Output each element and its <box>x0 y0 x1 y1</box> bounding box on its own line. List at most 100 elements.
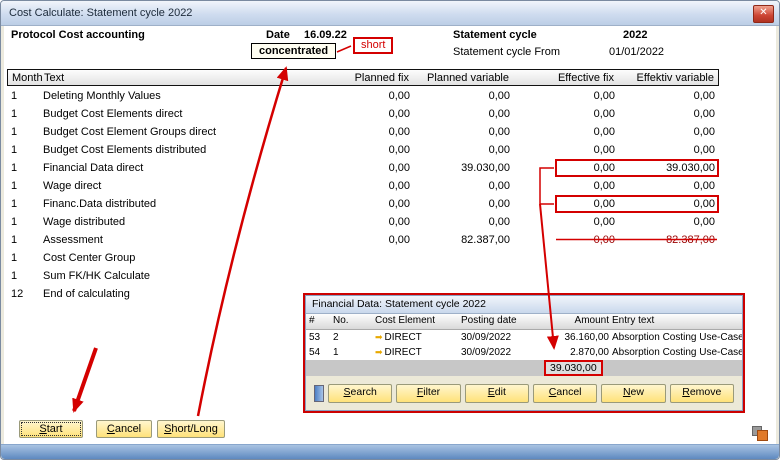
cell-month: 1 <box>7 231 41 249</box>
statement-cycle-value: 2022 <box>623 29 647 41</box>
popup-col-cost-element: Cost Element <box>372 314 458 329</box>
cell-month: 1 <box>7 213 41 231</box>
popup-cell-entry-text: Absorption Costing Use-Case <box>612 330 742 345</box>
mode-field: concentrated <box>251 43 336 59</box>
table-row[interactable]: 1 Wage distributed 0,00 0,00 0,00 0,00 <box>7 213 719 231</box>
date-label: Date <box>266 29 290 41</box>
search-button[interactable]: Search <box>328 384 392 403</box>
cell-effektiv-variable: 0,00 <box>619 141 719 159</box>
cell-month: 1 <box>7 177 41 195</box>
cell-planned-variable: 0,00 <box>414 141 514 159</box>
new-button-label: New <box>602 385 664 400</box>
cell-month: 1 <box>7 87 41 105</box>
table-row[interactable]: 1 Financ.Data distributed 0,00 0,00 0,00… <box>7 195 719 213</box>
cell-planned-fix: 0,00 <box>329 195 414 213</box>
cell-planned-fix <box>329 267 414 285</box>
popup-cell-cost-element: ➡DIRECT <box>372 330 458 345</box>
cell-month: 1 <box>7 249 41 267</box>
popup-col-entry-text: Entry text <box>612 314 742 329</box>
popup-corner-button[interactable] <box>314 385 324 402</box>
cell-text: Budget Cost Elements distributed <box>41 141 329 159</box>
popup-cell-id: 53 <box>306 330 330 345</box>
cell-effective-fix <box>514 267 619 285</box>
new-button[interactable]: New <box>601 384 665 403</box>
short-long-button[interactable]: Short/Long <box>157 420 225 438</box>
cell-planned-variable: 0,00 <box>414 213 514 231</box>
cell-planned-fix: 0,00 <box>329 123 414 141</box>
popup-cell-posting-date: 30/09/2022 <box>458 330 550 345</box>
popup-cell-id: 54 <box>306 345 330 360</box>
cell-effektiv-variable: 0,00 <box>619 87 719 105</box>
cell-effektiv-variable: 39.030,00 <box>619 159 719 177</box>
filter-button-label: Filter <box>397 385 459 400</box>
cell-planned-fix: 0,00 <box>329 105 414 123</box>
direct-arrow-icon: ➡ <box>375 347 383 357</box>
remove-button[interactable]: Remove <box>670 384 734 403</box>
statement-cycle-from-label: Statement cycle From <box>453 46 560 58</box>
cancel-button-label: Cancel <box>97 421 151 437</box>
close-button[interactable]: ✕ <box>753 5 774 23</box>
filter-button[interactable]: Filter <box>396 384 460 403</box>
start-button[interactable]: Start <box>19 420 83 438</box>
table-row[interactable]: 1 Budget Cost Elements direct 0,00 0,00 … <box>7 105 719 123</box>
cell-text: Budget Cost Elements direct <box>41 105 329 123</box>
cell-text: Financial Data direct <box>41 159 329 177</box>
table-header: Month Text Planned fix Planned variable … <box>7 69 719 86</box>
cell-month: 1 <box>7 105 41 123</box>
popup-sum-row: 39.030,00 <box>306 360 742 376</box>
cell-planned-variable: 0,00 <box>414 123 514 141</box>
popup-cancel-button[interactable]: Cancel <box>533 384 597 403</box>
popup-col-posting-date: Posting date <box>458 314 550 329</box>
cost-element-text: DIRECT <box>385 347 422 358</box>
cell-text: Assessment <box>41 231 329 249</box>
cell-text: Sum FK/HK Calculate <box>41 267 329 285</box>
cell-planned-variable: 0,00 <box>414 195 514 213</box>
popup-table-row[interactable]: 53 2 ➡DIRECT 30/09/2022 36.160,00 Absorp… <box>306 330 742 345</box>
cell-effective-fix: 0,00 <box>514 87 619 105</box>
close-icon: ✕ <box>759 7 767 18</box>
resize-grip-icon[interactable] <box>751 425 769 442</box>
cell-effektiv-variable: 0,00 <box>619 123 719 141</box>
cell-effektiv-variable: 82.387,00 <box>619 231 719 249</box>
window-bottom-bar <box>1 444 779 459</box>
cell-month: 1 <box>7 141 41 159</box>
popup-window: Financial Data: Statement cycle 2022 # N… <box>305 295 743 411</box>
cell-month: 12 <box>7 285 41 303</box>
date-value: 16.09.22 <box>304 29 347 41</box>
popup-cell-no: 1 <box>330 345 372 360</box>
cell-effektiv-variable: 0,00 <box>619 105 719 123</box>
search-button-label: Search <box>329 385 391 400</box>
popup-table-row[interactable]: 54 1 ➡DIRECT 30/09/2022 2.870,00 Absorpt… <box>306 345 742 360</box>
popup-cell-amount: 36.160,00 <box>550 330 612 345</box>
cell-planned-variable: 0,00 <box>414 87 514 105</box>
table-row[interactable]: 1 Financial Data direct 0,00 39.030,00 0… <box>7 159 719 177</box>
table-body: 1 Deleting Monthly Values 0,00 0,00 0,00… <box>7 87 719 303</box>
cell-effective-fix: 0,00 <box>514 231 619 249</box>
cell-planned-variable <box>414 249 514 267</box>
cell-effective-fix: 0,00 <box>514 213 619 231</box>
popup-cell-no: 2 <box>330 330 372 345</box>
col-effektiv-variable: Effektiv variable <box>618 70 718 86</box>
table-row[interactable]: 1 Cost Center Group <box>7 249 719 267</box>
table-row[interactable]: 1 Wage direct 0,00 0,00 0,00 0,00 <box>7 177 719 195</box>
table-row[interactable]: 1 Budget Cost Elements distributed 0,00 … <box>7 141 719 159</box>
popup-cell-posting-date: 30/09/2022 <box>458 345 550 360</box>
cell-text: Financ.Data distributed <box>41 195 329 213</box>
table-row[interactable]: 1 Budget Cost Element Groups direct 0,00… <box>7 123 719 141</box>
popup-cell-amount: 2.870,00 <box>550 345 612 360</box>
table-row[interactable]: 1 Deleting Monthly Values 0,00 0,00 0,00… <box>7 87 719 105</box>
popup-button-row: Search Filter Edit Cancel New Remove <box>306 385 742 402</box>
table-row[interactable]: 1 Sum FK/HK Calculate <box>7 267 719 285</box>
col-planned-fix: Planned fix <box>328 70 413 86</box>
popup-sum-value: 39.030,00 <box>544 360 603 376</box>
popup-cell-entry-text: Absorption Costing Use-Case <box>612 345 742 360</box>
cancel-button[interactable]: Cancel <box>96 420 152 438</box>
cell-text: End of calculating <box>41 285 329 303</box>
edit-button[interactable]: Edit <box>465 384 529 403</box>
popup-col-amount: Amount <box>550 314 612 329</box>
cell-month: 1 <box>7 159 41 177</box>
col-planned-variable: Planned variable <box>413 70 513 86</box>
app-window: Cost Calculate: Statement cycle 2022 ✕ P… <box>0 0 780 460</box>
cell-effective-fix: 0,00 <box>514 177 619 195</box>
table-row[interactable]: 1 Assessment 0,00 82.387,00 0,00 82.387,… <box>7 231 719 249</box>
